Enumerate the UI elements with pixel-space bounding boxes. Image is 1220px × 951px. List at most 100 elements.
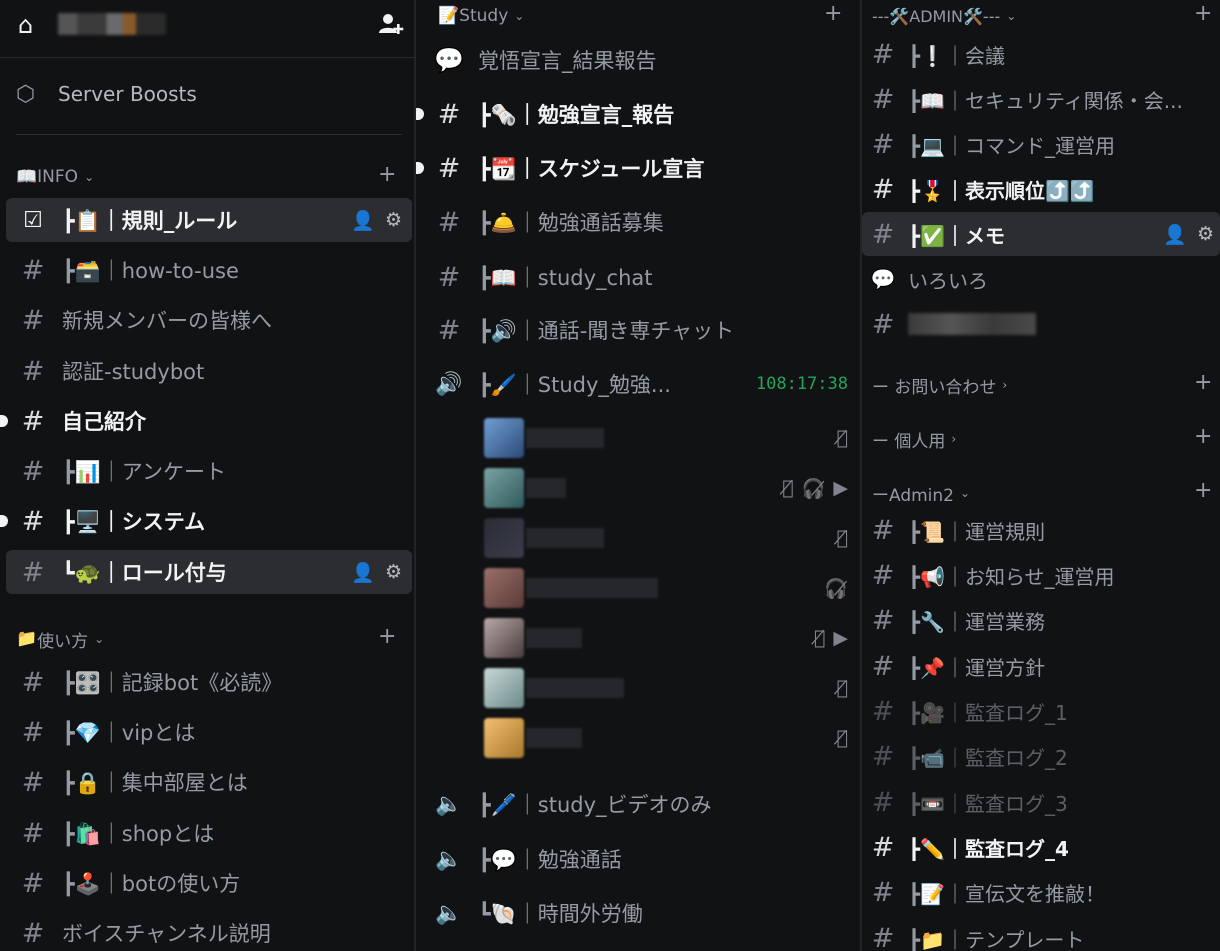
channel-shop[interactable]: # ┣🛍️｜shopとは — [6, 811, 215, 855]
avatar — [484, 718, 524, 758]
voice-participant[interactable]: 🎧̸ — [484, 568, 860, 608]
gear-icon[interactable]: ⚙ — [385, 561, 402, 584]
channel-survey[interactable]: # ┣📊｜アンケート — [6, 449, 226, 493]
invite-icon[interactable]: 👤 — [351, 209, 375, 232]
channel-new-members[interactable]: # 新規メンバーの皆様へ — [6, 298, 272, 342]
channel-focus-room[interactable]: # ┣🔒｜集中部屋とは — [6, 760, 248, 804]
category-personal[interactable]: ー 個人用 › — [872, 426, 956, 452]
channel-audit-3[interactable]: # ┣📼｜監査ログ_3 — [862, 780, 1068, 824]
server-boosts-button[interactable]: ⬡ Server Boosts — [16, 74, 197, 114]
channel-system[interactable]: # ┣🖥️｜システム — [0, 499, 205, 543]
channel-ad-copy[interactable]: # ┣📝｜宣伝文を推敲！ — [862, 870, 1105, 914]
mute-mic-icon: 🎙̸ — [782, 476, 794, 499]
invite-icon[interactable]: 👤 — [351, 561, 375, 584]
channel-record-bot[interactable]: # ┣🎛️｜記録bot《必読》 — [6, 660, 283, 704]
voice-study-call[interactable]: 🔈 ┣💬｜勉強通話 — [422, 837, 622, 881]
channel-call-recruit[interactable]: # ┣🛎️｜勉強通話募集 — [422, 200, 664, 244]
channel-redacted[interactable]: # — [862, 302, 1036, 346]
unread-indicator — [416, 162, 424, 174]
channel-rules[interactable]: ☑ ┣📋｜規則_ルール 👤 ⚙ — [6, 198, 412, 242]
invite-icon[interactable]: 👤 — [1163, 223, 1187, 246]
voice-participant[interactable]: 🎙̸ — [484, 418, 860, 458]
channel-role-assign[interactable]: # ┗🐢｜ロール付与 👤 ⚙ — [6, 550, 412, 594]
divider — [16, 134, 402, 135]
forum-misc[interactable]: 💬 いろいろ — [862, 257, 988, 301]
voice-participant[interactable]: 🎙̸ — [484, 518, 860, 558]
channel-study-declaration[interactable]: # ┣🗞️｜勉強宣言_報告 — [416, 92, 674, 136]
voice-participant[interactable]: 🎙̸ — [484, 668, 860, 708]
channel-template[interactable]: # ┣📁｜テンプレート — [862, 916, 1085, 951]
channel-ops-tasks[interactable]: # ┣🔧｜運営業務 — [862, 598, 1045, 642]
invite-people-icon[interactable] — [378, 11, 404, 43]
hash-icon: # — [871, 786, 895, 818]
category-info[interactable]: 📖 INFO ⌄ — [16, 164, 94, 190]
voice-study-video[interactable]: 🔈 ┣🖊️｜study_ビデオのみ — [422, 782, 711, 826]
video-icon: ▶ — [833, 627, 848, 649]
add-channel-icon[interactable]: + — [1194, 370, 1212, 395]
forum-resolution-report[interactable]: 💬 覚悟宣言_結果報告 — [422, 38, 656, 82]
voice-overtime[interactable]: 🔈 ┗🐚｜時間外労働 — [422, 891, 643, 935]
channel-ops-news[interactable]: # ┣📢｜お知らせ_運営用 — [862, 553, 1115, 597]
add-channel-icon[interactable]: + — [1194, 1, 1212, 26]
hash-icon: # — [871, 740, 895, 772]
channel-label: ┣📼｜監査ログ_3 — [908, 791, 1068, 816]
add-channel-icon[interactable]: + — [378, 162, 396, 187]
category-admin2[interactable]: ーAdmin2 ⌄ — [872, 480, 970, 506]
channel-memo[interactable]: # ┣✅｜メモ 👤 ⚙ — [862, 212, 1220, 256]
gear-icon[interactable]: ⚙ — [385, 209, 402, 232]
add-channel-icon[interactable]: + — [378, 624, 396, 649]
username-redacted — [526, 728, 582, 748]
avatar — [484, 518, 524, 558]
avatar — [484, 618, 524, 658]
channel-display-order[interactable]: # ┣🎖️｜表示順位⤴️⤴️ — [862, 167, 1095, 211]
hash-icon: # — [21, 766, 45, 798]
hash-icon: # — [21, 304, 45, 336]
add-channel-icon[interactable]: + — [1194, 424, 1212, 449]
category-usage[interactable]: 📁 使い方 ⌄ — [16, 626, 104, 652]
mute-mic-icon: 🎙̸ — [836, 427, 848, 449]
channel-meeting[interactable]: # ┣❕｜会議 — [862, 32, 1005, 76]
channel-label: ┣🎥｜監査ログ_1 — [908, 700, 1068, 725]
channel-audit-1[interactable]: # ┣🎥｜監査ログ_1 — [862, 689, 1068, 733]
channel-audit-4[interactable]: # ┣✏️｜監査ログ_4 — [862, 825, 1069, 869]
voice-status-icons: 🎙̸ — [837, 527, 848, 549]
channel-study-chat[interactable]: # ┣📖｜study_chat — [422, 255, 653, 299]
channel-label: ┣🎛️｜記録bot《必読》 — [62, 671, 283, 695]
add-channel-icon[interactable]: + — [824, 1, 842, 26]
voice-study-active[interactable]: 🔊 ┣🖌️｜Study_勉強... 108:17:38 — [422, 362, 860, 406]
channel-label: ┣📌｜運営方針 — [908, 655, 1045, 680]
channel-listen-chat[interactable]: # ┣🔊｜通話-聞き専チャット — [422, 308, 734, 352]
voice-participant[interactable]: 🎙̸ — [484, 718, 860, 758]
hash-icon: # — [21, 355, 45, 387]
channel-audit-2[interactable]: # ┣📹｜監査ログ_2 — [862, 734, 1068, 778]
username-redacted — [526, 678, 624, 698]
voice-participant[interactable]: 🎙̸ ▶ — [484, 618, 860, 658]
video-icon: ▶ — [833, 476, 848, 499]
channel-bot-usage[interactable]: # ┣🕹️｜botの使い方 — [6, 861, 241, 905]
avatar — [484, 568, 524, 608]
channel-vip[interactable]: # ┣💎｜vipとは — [6, 710, 196, 754]
server-header[interactable]: ⌂ — [0, 0, 414, 58]
server-home-icon[interactable]: ⌂ — [18, 11, 33, 39]
channel-ops-rules[interactable]: # ┣📜｜運営規則 — [862, 508, 1045, 552]
add-channel-icon[interactable]: + — [1194, 478, 1212, 503]
channel-ops-policy[interactable]: # ┣📌｜運営方針 — [862, 644, 1045, 688]
channel-label: ┣✏️｜監査ログ_4 — [908, 836, 1069, 861]
speaker-icon: 🔈 — [435, 791, 463, 817]
channel-label: 認証-studybot — [62, 360, 205, 384]
hash-icon: # — [871, 559, 895, 591]
channel-verify[interactable]: # 認証-studybot — [6, 349, 205, 393]
category-admin[interactable]: ---🛠️ADMIN🛠️--- ⌄ — [872, 3, 1016, 29]
channel-voice-guide[interactable]: # ボイスチャンネル説明 — [6, 911, 271, 951]
channel-commands[interactable]: # ┣💻｜コマンド_運営用 — [862, 122, 1115, 166]
voice-participant[interactable]: 🎙̸ 🎧̸ ▶ — [484, 468, 860, 508]
channel-security[interactable]: # ┣📖｜セキュリティ関係・会... — [862, 77, 1183, 121]
avatar — [484, 418, 524, 458]
channel-self-intro[interactable]: # 自己紹介 — [0, 399, 146, 443]
category-admin2-label: ーAdmin2 — [872, 485, 954, 506]
category-contact[interactable]: ー お問い合わせ › — [872, 372, 1007, 398]
channel-how-to-use[interactable]: # ┣🗃️｜how-to-use — [6, 248, 239, 292]
channel-schedule[interactable]: # ┣📆｜スケジュール宣言 — [416, 146, 704, 190]
category-study[interactable]: 📝Study ⌄ — [438, 3, 524, 29]
gear-icon[interactable]: ⚙ — [1197, 223, 1214, 246]
